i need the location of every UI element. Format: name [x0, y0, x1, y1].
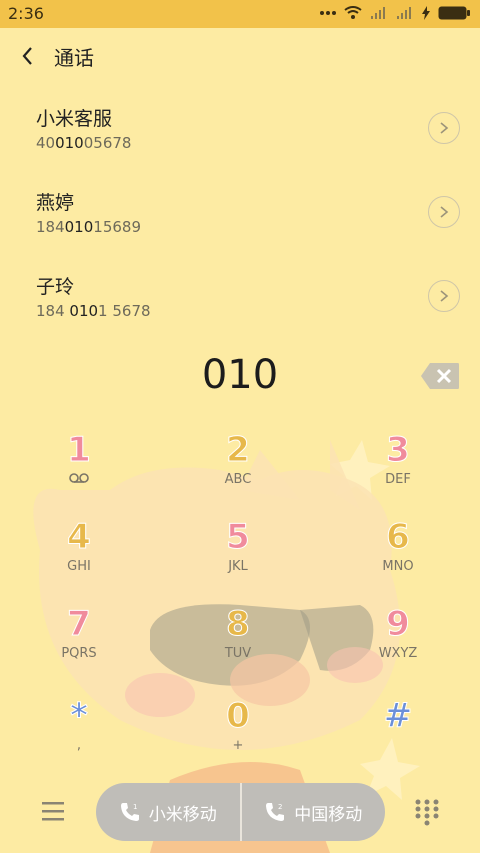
menu-button[interactable] [40, 800, 66, 822]
key-letters: WXYZ [378, 646, 418, 661]
key-0[interactable]: 0 + [178, 696, 298, 776]
key-star[interactable]: * , [19, 696, 139, 776]
key-digit: * [70, 696, 89, 737]
key-3[interactable]: 3 DEF [338, 430, 458, 510]
contact-details-button[interactable] [428, 280, 460, 312]
contact-suggestions: 小米客服 4001005678 燕婷 18401015689 子玲 184 01… [0, 92, 480, 344]
sim2-label: 中国移动 [294, 804, 363, 825]
number-suffix: 05678 [83, 134, 132, 152]
bottom-bar: 1 小米移动 2 中国移动 [0, 780, 480, 850]
contact-details-button[interactable] [428, 112, 460, 144]
contact-name: 子玲 [36, 276, 75, 298]
key-letters: MNO [382, 559, 414, 574]
call-buttons: 1 小米移动 2 中国移动 [96, 783, 385, 841]
signal-icon [397, 7, 411, 19]
contact-row[interactable]: 燕婷 18401015689 [0, 176, 480, 260]
chevron-right-icon [440, 290, 449, 302]
sim1-label: 小米移动 [148, 804, 217, 825]
contact-row[interactable]: 子玲 184 0101 5678 [0, 260, 480, 344]
svg-text:2: 2 [278, 803, 282, 811]
number-prefix: 184 [36, 302, 70, 320]
number-suffix: 15689 [93, 218, 141, 236]
signal-icon [371, 7, 385, 19]
charging-icon [422, 6, 430, 20]
back-button[interactable] [14, 42, 42, 70]
phone-sim1-icon: 1 [120, 803, 139, 821]
backspace-button[interactable] [420, 362, 460, 390]
more-dots-icon [320, 11, 336, 15]
key-digit: 6 [386, 517, 411, 558]
status-icons [320, 6, 470, 20]
call-sim1-button[interactable]: 1 小米移动 [96, 783, 240, 841]
wifi-icon [344, 6, 362, 19]
contact-row[interactable]: 小米客服 4001005678 [0, 92, 480, 176]
number-match: 010 [55, 134, 84, 152]
battery-icon [438, 6, 470, 20]
key-letters: + [232, 738, 244, 753]
dialpad-icon [415, 799, 439, 826]
key-digit: 2 [226, 430, 251, 471]
key-digit: # [383, 696, 413, 737]
key-digit: 5 [226, 517, 251, 558]
svg-text:1: 1 [133, 803, 137, 811]
key-1[interactable]: 1 [19, 430, 139, 510]
number-prefix: 184 [36, 218, 65, 236]
back-arrow-icon [22, 47, 32, 65]
number-suffix: 1 5678 [98, 302, 151, 320]
key-7[interactable]: 7 PQRS [19, 604, 139, 684]
key-letters: ABC [224, 472, 252, 487]
chevron-right-icon [440, 206, 449, 218]
key-hash[interactable]: # [338, 696, 458, 776]
key-letters: TUV [224, 646, 252, 661]
contact-number: 184 0101 5678 [36, 302, 151, 320]
status-bar: 2:36 [0, 0, 480, 28]
key-2[interactable]: 2 ABC [178, 430, 298, 510]
page-title: 通话 [54, 46, 94, 70]
key-digit: 4 [67, 517, 92, 558]
key-4[interactable]: 4 GHI [19, 517, 139, 597]
number-match: 010 [69, 302, 99, 320]
key-9[interactable]: 9 WXYZ [338, 604, 458, 684]
number-prefix: 40 [36, 134, 56, 152]
dialed-number: 010 [201, 352, 279, 398]
voicemail-icon [69, 473, 89, 483]
key-letters: GHI [67, 559, 91, 574]
contact-name: 燕婷 [36, 192, 75, 214]
key-digit: 8 [226, 604, 251, 645]
key-letters: PQRS [61, 646, 97, 661]
backspace-icon [421, 363, 459, 389]
header: 通话 [0, 28, 480, 86]
key-letters: , [76, 738, 82, 753]
key-letters: DEF [385, 472, 411, 487]
call-sim2-button[interactable]: 2 中国移动 [239, 783, 386, 841]
key-digit: 1 [67, 430, 92, 471]
key-6[interactable]: 6 MNO [338, 517, 458, 597]
dialpad-toggle-button[interactable] [414, 798, 440, 826]
key-5[interactable]: 5 JKL [178, 517, 298, 597]
contact-number: 18401015689 [36, 218, 141, 236]
status-time: 2:36 [8, 4, 44, 23]
contact-details-button[interactable] [428, 196, 460, 228]
key-letters [19, 472, 139, 488]
key-digit: 7 [67, 604, 92, 645]
key-8[interactable]: 8 TUV [178, 604, 298, 684]
contact-name: 小米客服 [36, 108, 113, 130]
number-match: 010 [64, 218, 94, 236]
contact-number: 4001005678 [36, 134, 131, 152]
key-digit: 3 [386, 430, 411, 471]
chevron-right-icon [440, 122, 449, 134]
key-digit: 9 [386, 604, 411, 645]
phone-sim2-icon: 2 [266, 803, 285, 821]
menu-icon [42, 802, 64, 821]
key-letters: JKL [228, 559, 248, 574]
key-digit: 0 [226, 696, 251, 737]
